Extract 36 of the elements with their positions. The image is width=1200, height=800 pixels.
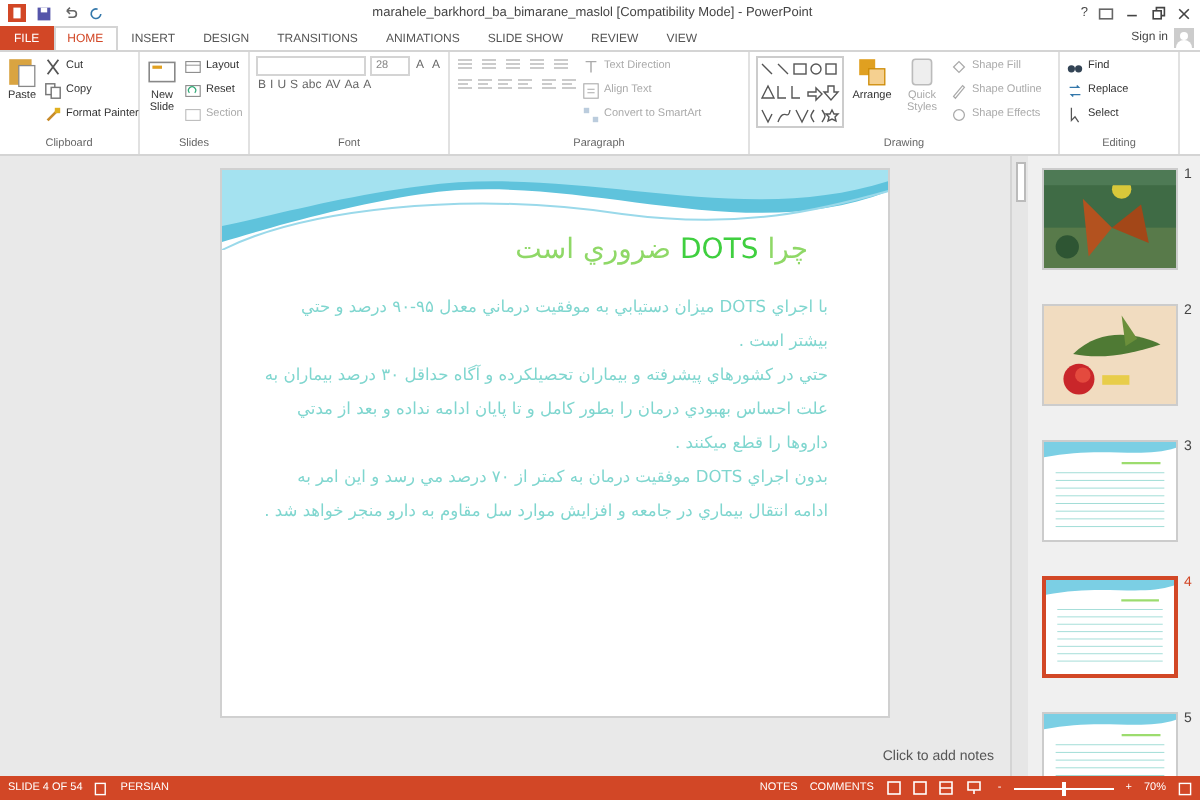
slide-paragraph: با اجراي DOTS ميزان دستيابي به موفقيت درماني معدل ۹۵-۹۰ درصد و حتي بيشتر است . xyxy=(299,294,830,354)
slide-thumbnail[interactable] xyxy=(1042,576,1178,678)
text-direction-icon xyxy=(582,57,600,75)
restore-icon[interactable] xyxy=(1150,5,1166,21)
fit-to-window-icon[interactable] xyxy=(1178,781,1192,795)
arrange-icon xyxy=(856,56,888,88)
smartart-icon xyxy=(582,105,600,123)
slide-paragraph: بدون اجراي DOTS موفقيت درمان به كمتر از ۷۰ درصد مي رسد و اين امر به ادامه انتقال بيماري در جامعه و افزايش موارد سل مقاوم به دارو منجر خواهد شد . xyxy=(262,464,830,524)
close-icon[interactable] xyxy=(1176,5,1192,21)
pencil-icon xyxy=(950,81,968,99)
ribbon-display-icon[interactable] xyxy=(1098,5,1114,21)
layout-icon xyxy=(184,57,202,75)
reset-icon xyxy=(184,81,202,99)
copy-icon xyxy=(44,81,62,99)
save-icon[interactable] xyxy=(36,5,52,21)
effects-icon xyxy=(950,105,968,123)
section-icon xyxy=(184,105,202,123)
shapes-gallery[interactable] xyxy=(756,56,844,128)
new-slide-icon xyxy=(146,56,178,88)
refresh-icon[interactable] xyxy=(88,5,104,21)
paintbrush-icon xyxy=(44,105,62,123)
clipboard-icon xyxy=(6,56,38,88)
slide-thumbnail[interactable] xyxy=(1042,440,1178,542)
font-name-field[interactable] xyxy=(256,56,366,76)
scrollbar-thumb[interactable] xyxy=(1015,162,1025,202)
quick-styles-icon xyxy=(906,56,938,88)
view-buttons-drawing[interactable] xyxy=(885,780,986,796)
slide-thumbnail[interactable] xyxy=(1042,168,1178,270)
replace-icon xyxy=(1066,81,1084,99)
align-text-icon xyxy=(582,81,600,99)
slide-paragraph: حتي در كشورهاي پيشرفته و بيماران تحصيلكرده و آگاه حداقل ۳۰ درصد بيماران به علت احساس بهبودي درمان را بطور كامل و تا پايان ادامه نداده و بعد از مدتي داروها را قطع ميكنند . xyxy=(262,362,830,456)
undo-icon[interactable] xyxy=(62,5,78,21)
scissors-icon xyxy=(44,57,62,75)
slide-thumbnail[interactable] xyxy=(1042,304,1178,406)
zoom-slider-thumb[interactable] xyxy=(1061,781,1066,795)
app-logo-icon xyxy=(8,4,26,22)
